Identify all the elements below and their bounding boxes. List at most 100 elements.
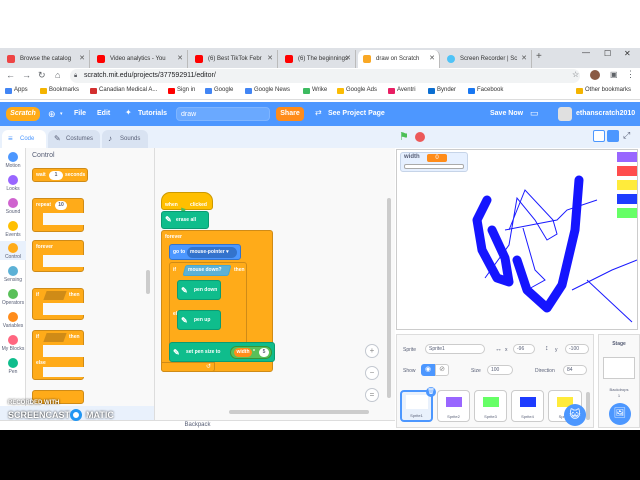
globe-icon[interactable]: ⊕ — [48, 109, 56, 120]
bookmark-google-ads[interactable]: Google Ads — [337, 87, 377, 94]
category-events[interactable]: Events — [0, 221, 26, 238]
edit-menu[interactable]: Edit — [97, 110, 110, 117]
bookmark-bynder[interactable]: Bynder — [428, 87, 456, 94]
close-icon[interactable]: ✕ — [267, 54, 273, 62]
avatar[interactable] — [558, 107, 572, 121]
palette-forever-block[interactable]: forever — [32, 240, 85, 272]
bookmark-cma[interactable]: Canadian Medical A... — [90, 87, 157, 94]
tab-costumes[interactable]: ✎ Costumes — [48, 130, 100, 148]
purple-color-swatch[interactable] — [617, 152, 637, 162]
go-to-block[interactable]: go to mouse-pointer ▾ — [169, 244, 241, 260]
my-stuff-folder-icon[interactable]: ▭ — [530, 108, 539, 119]
x-input[interactable] — [513, 344, 535, 354]
category-sound[interactable]: Sound — [0, 198, 26, 215]
bookmark-facebook[interactable]: Facebook — [468, 87, 503, 94]
profile-avatar[interactable] — [590, 70, 600, 80]
back-icon[interactable]: ← — [6, 70, 15, 80]
category-control[interactable]: Control — [0, 241, 26, 260]
hide-icon[interactable]: ⊘ — [435, 364, 449, 376]
bookmark-signin[interactable]: Sign in — [168, 87, 195, 94]
block-input[interactable]: 5 — [259, 348, 269, 357]
condition-slot[interactable] — [43, 291, 67, 300]
blue-color-swatch[interactable] — [617, 194, 637, 204]
close-icon[interactable]: ✕ — [429, 54, 435, 62]
sprite-name-input[interactable] — [425, 344, 485, 354]
bookmark-bookmarks[interactable]: Bookmarks — [40, 87, 79, 94]
close-icon[interactable]: ✕ — [521, 54, 527, 62]
category-motion[interactable]: Motion — [0, 152, 26, 169]
project-title-input[interactable] — [176, 107, 270, 121]
save-now-button[interactable]: Save Now — [490, 110, 523, 117]
home-icon[interactable]: ⌂ — [55, 70, 60, 80]
green-flag-icon[interactable]: ⚑ — [399, 130, 409, 143]
browser-tab-5-active[interactable]: draw on Scratch ✕ — [358, 50, 440, 68]
browser-tab-6[interactable]: Screen Recorder | Sc ✕ — [442, 50, 532, 68]
red-color-swatch[interactable] — [617, 166, 637, 176]
bookmark-other[interactable]: Other bookmarks — [576, 87, 631, 94]
mouse-down-condition[interactable]: mouse down? — [182, 265, 232, 276]
erase-all-block[interactable]: ✎ erase all — [161, 211, 209, 229]
category-operators[interactable]: Operators — [0, 289, 26, 306]
minimize-button[interactable]: — — [582, 48, 590, 57]
scratch-logo[interactable]: Scratch — [6, 107, 40, 121]
workspace-vertical-scrollbar[interactable] — [387, 198, 391, 398]
close-icon[interactable]: ✕ — [177, 54, 183, 62]
sprite-list-scrollbar[interactable] — [586, 392, 590, 420]
yellow-color-swatch[interactable] — [617, 180, 637, 190]
set-pen-size-block[interactable]: ✎ set pen size to width * 5 — [169, 342, 275, 362]
username-menu[interactable]: ethanscratch2010 — [576, 110, 635, 117]
bookmark-apps[interactable]: Apps — [5, 87, 28, 94]
choose-sprite-cat-icon[interactable]: 😺︎ — [564, 404, 586, 426]
width-variable-reporter[interactable]: width — [234, 348, 252, 357]
see-project-page-button[interactable]: See Project Page — [328, 110, 385, 117]
tab-code[interactable]: ≡ Code — [2, 130, 46, 148]
bookmark-google-news[interactable]: Google News — [245, 87, 290, 94]
bookmark-aventri[interactable]: Aventri — [388, 87, 416, 94]
palette-repeat-block[interactable]: repeat 10 — [32, 198, 85, 232]
browser-tab-4[interactable]: (6) The beginnings ✕ — [280, 50, 356, 68]
stage-canvas[interactable]: width 0 — [396, 149, 638, 330]
close-window-button[interactable]: ✕ — [624, 49, 631, 58]
browser-tab-2[interactable]: Video analytics - You ✕ — [92, 50, 188, 68]
size-input[interactable] — [487, 365, 513, 375]
sprite-thumb-3[interactable]: Sprite3 — [474, 390, 507, 422]
reload-icon[interactable]: ↻ — [38, 70, 46, 81]
block-input[interactable]: 10 — [55, 201, 67, 210]
normal-stage-button[interactable] — [607, 130, 619, 142]
category-variables[interactable]: Variables — [0, 312, 26, 329]
extension-icon[interactable]: ▣ — [610, 70, 618, 79]
close-icon[interactable]: ✕ — [345, 54, 351, 62]
maximize-button[interactable]: ☐ — [604, 49, 611, 58]
category-looks[interactable]: Looks — [0, 175, 26, 192]
file-menu[interactable]: File — [74, 110, 86, 117]
show-visible-icon[interactable]: ◉ — [421, 364, 435, 376]
palette-if-then-block[interactable]: if then — [32, 288, 85, 320]
bookmark-google[interactable]: Google — [205, 87, 233, 94]
trash-icon[interactable]: 🗑︎ — [426, 387, 436, 397]
backpack-bar[interactable]: Backpack — [0, 420, 395, 430]
pen-down-block[interactable]: ✎ pen down — [177, 280, 221, 300]
tab-sounds[interactable]: ♪ Sounds — [102, 130, 148, 148]
workspace-horizontal-scrollbar[interactable] — [229, 410, 369, 414]
share-button[interactable]: Share — [276, 107, 304, 121]
block-input[interactable]: 1 — [49, 171, 63, 180]
direction-input[interactable] — [563, 365, 587, 375]
sprite-thumb-4[interactable]: Sprite4 — [511, 390, 544, 422]
tutorials-menu[interactable]: Tutorials — [138, 110, 167, 117]
category-my-blocks[interactable]: My Blocks — [0, 335, 26, 352]
script-workspace[interactable]: when⚑clicked ✎erase all forever go tomou… — [154, 148, 395, 420]
zoom-reset-button[interactable]: = — [365, 388, 379, 402]
new-tab-button[interactable]: + — [536, 51, 542, 62]
small-stage-button[interactable] — [593, 130, 605, 142]
star-icon[interactable]: ☆ — [572, 70, 579, 79]
pen-up-block[interactable]: ✎ pen up — [177, 310, 221, 330]
zoom-in-button[interactable]: + — [365, 344, 379, 358]
go-to-target-dropdown[interactable]: mouse-pointer ▾ — [187, 247, 237, 258]
category-sensing[interactable]: Sensing — [0, 266, 26, 283]
choose-backdrop-icon[interactable]: 🖼︎ — [609, 403, 631, 425]
bookmark-wrike[interactable]: Wrike — [303, 87, 327, 94]
palette-scrollbar[interactable] — [146, 270, 150, 294]
stop-sign-icon[interactable] — [415, 132, 425, 142]
stage-selector-pane[interactable]: Stage Backdrops 1 🖼︎ — [598, 334, 640, 428]
green-color-swatch[interactable] — [617, 208, 637, 218]
